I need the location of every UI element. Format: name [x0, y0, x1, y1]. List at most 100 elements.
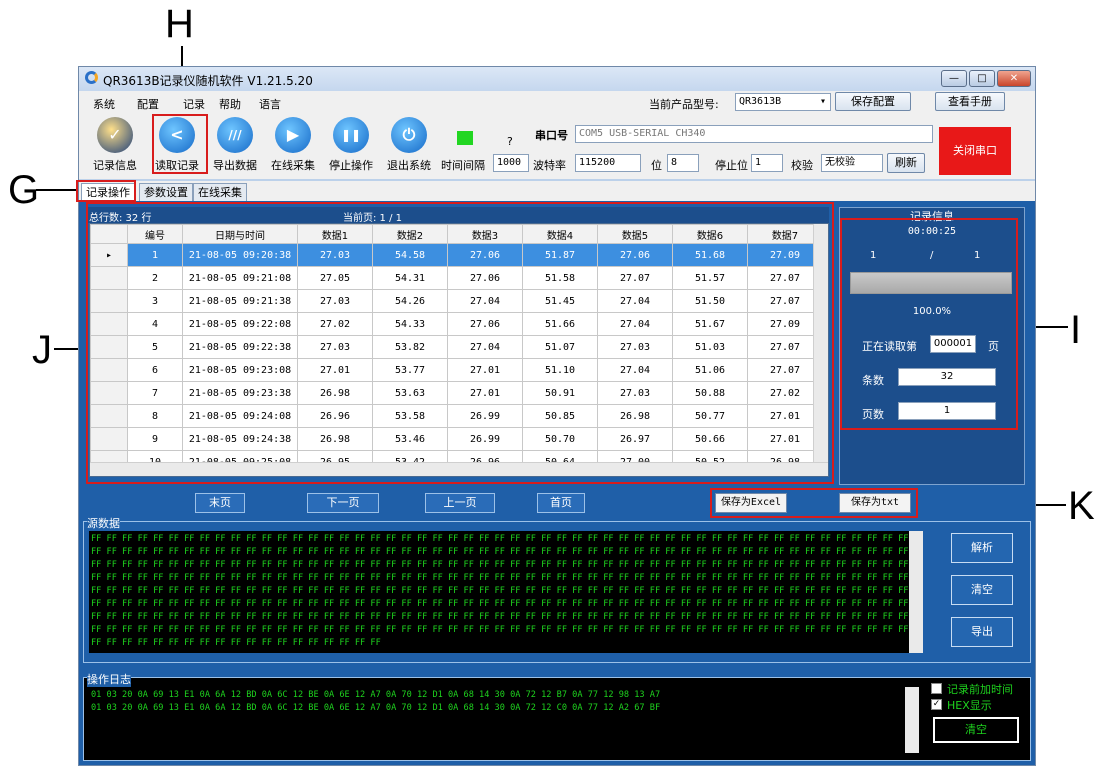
- menu-bar: 系统 配置 记录 帮助 语言 当前产品型号: QR3613B ▾ 保存配置 查看手…: [79, 91, 1035, 113]
- table-row[interactable]: 2 21-08-05 09:21:08 27.05 54.31 27.06 51.58 27…: [90, 266, 823, 290]
- close-port-button[interactable]: 关闭串口: [939, 127, 1011, 175]
- next-page-button[interactable]: 下一页: [307, 493, 379, 513]
- menu-help[interactable]: 帮助: [219, 96, 241, 112]
- record-info-tool[interactable]: ✓ 记录信息: [87, 117, 143, 175]
- tab-online-collect[interactable]: 在线采集: [193, 183, 247, 201]
- records-grid[interactable]: 编号 日期与时间 数据1 数据2 数据3 数据4 数据5 数据6 数据7 ▸ 1 2…: [89, 223, 829, 477]
- save-excel-button[interactable]: 保存为Excel: [715, 493, 787, 513]
- table-row[interactable]: 7 21-08-05 09:23:38 26.98 53.63 27.01 50.91 27…: [90, 381, 823, 405]
- row-header[interactable]: [90, 404, 128, 428]
- grid-horizontal-scrollbar[interactable]: [90, 462, 828, 476]
- log-scrollbar[interactable]: [905, 687, 919, 753]
- pause-icon: ❚❚: [333, 117, 369, 153]
- column-header[interactable]: 数据5: [597, 224, 673, 244]
- menu-system[interactable]: 系统: [93, 96, 115, 112]
- export-data-tool[interactable]: /// 导出数据: [207, 117, 263, 175]
- grid-vertical-scrollbar[interactable]: [813, 224, 828, 476]
- bits-select[interactable]: 8: [667, 154, 699, 172]
- exit-system-tool[interactable]: ⏻ 退出系统: [381, 117, 437, 175]
- timestamp-label: 记录前加时间: [947, 683, 1013, 696]
- table-row[interactable]: 9 21-08-05 09:24:38 26.98 53.46 26.99 50.70 26…: [90, 427, 823, 451]
- help-question[interactable]: ?: [507, 135, 513, 148]
- maximize-button[interactable]: □: [969, 70, 995, 87]
- read-record-tool[interactable]: < 读取记录: [149, 117, 205, 175]
- row-header[interactable]: [90, 312, 128, 336]
- column-header[interactable]: 日期与时间: [182, 224, 298, 244]
- annotation-i: I: [1070, 308, 1082, 352]
- table-row[interactable]: 4 21-08-05 09:22:08 27.02 54.33 27.06 51.66 27…: [90, 312, 823, 336]
- stop-operation-tool[interactable]: ❚❚ 停止操作: [323, 117, 379, 175]
- column-header[interactable]: 数据6: [672, 224, 748, 244]
- source-data-text[interactable]: FF FF FF FF FF FF FF FF FF FF FF FF FF F…: [89, 531, 915, 653]
- menu-record[interactable]: 记录: [183, 96, 205, 112]
- source-line: FF FF FF FF FF FF FF FF FF FF FF FF FF F…: [91, 638, 381, 648]
- stop-bits-select[interactable]: 1: [751, 154, 783, 172]
- row-header[interactable]: [90, 381, 128, 405]
- table-cell: 21-08-05 09:20:38: [182, 243, 298, 267]
- column-header[interactable]: 编号: [127, 224, 183, 244]
- table-row[interactable]: ▸ 1 21-08-05 09:20:38 27.03 54.58 27.06 51.87 2…: [90, 243, 823, 267]
- table-row[interactable]: 5 21-08-05 09:22:38 27.03 53.82 27.04 51.07 27…: [90, 335, 823, 359]
- app-window: QR3613B记录仪随机软件 V1.21.5.20 — □ ✕ 系统 配置 记录…: [78, 66, 1036, 766]
- refresh-button[interactable]: 刷新: [887, 153, 925, 173]
- annotation-j: J: [32, 328, 52, 372]
- table-cell: 27.04: [597, 358, 673, 382]
- online-collect-tool[interactable]: ▶ 在线采集: [265, 117, 321, 175]
- port-select[interactable]: COM5 USB-SERIAL CH340: [575, 125, 933, 143]
- save-txt-button[interactable]: 保存为txt: [839, 493, 911, 513]
- row-header[interactable]: [90, 289, 128, 313]
- close-window-button[interactable]: ✕: [997, 70, 1031, 87]
- tab-record-operation[interactable]: 记录操作: [81, 183, 135, 201]
- table-row[interactable]: 3 21-08-05 09:21:38 27.03 54.26 27.04 51.45 27…: [90, 289, 823, 313]
- reading-label: 正在读取第: [862, 340, 917, 353]
- tab-parameter-settings[interactable]: 参数设置: [139, 183, 193, 201]
- table-cell: 54.58: [372, 243, 448, 267]
- parity-select[interactable]: 无校验: [821, 154, 883, 172]
- column-header[interactable]: 数据4: [522, 224, 598, 244]
- product-select[interactable]: QR3613B ▾: [735, 93, 831, 111]
- table-cell: 53.58: [372, 404, 448, 428]
- annotation-g-line: [36, 189, 78, 191]
- table-cell: 27.03: [597, 335, 673, 359]
- table-cell: 51.67: [672, 312, 748, 336]
- minimize-button[interactable]: —: [941, 70, 967, 87]
- pages-label: 页数: [862, 408, 884, 421]
- view-manual-button[interactable]: 查看手册: [935, 92, 1005, 111]
- baud-select[interactable]: 115200: [575, 154, 641, 172]
- table-cell: 51.68: [672, 243, 748, 267]
- row-header[interactable]: [90, 358, 128, 382]
- table-cell: 27.04: [597, 289, 673, 313]
- column-header[interactable]: 数据7: [747, 224, 823, 244]
- row-header[interactable]: [90, 427, 128, 451]
- export-source-button[interactable]: 导出: [951, 617, 1013, 647]
- first-page-button[interactable]: 首页: [537, 493, 585, 513]
- table-cell: 26.99: [447, 404, 523, 428]
- source-scrollbar[interactable]: [909, 531, 923, 653]
- row-header[interactable]: [90, 266, 128, 290]
- row-header[interactable]: ▸: [90, 243, 128, 267]
- table-row[interactable]: 8 21-08-05 09:24:08 26.96 53.58 26.99 50.85 26…: [90, 404, 823, 428]
- table-cell: 54.31: [372, 266, 448, 290]
- operation-log-text[interactable]: 01 03 20 0A 69 13 E1 0A 6A 12 BD 0A 6C 1…: [89, 687, 905, 755]
- clear-log-button[interactable]: 清空: [933, 717, 1019, 743]
- table-row[interactable]: 6 21-08-05 09:23:08 27.01 53.77 27.01 51.10 27…: [90, 358, 823, 382]
- chevron-down-icon: ▾: [819, 96, 826, 107]
- app-logo-icon: [85, 71, 98, 84]
- last-page-button[interactable]: 末页: [195, 493, 245, 513]
- interval-input[interactable]: 1000: [493, 154, 529, 172]
- records-table: 编号 日期与时间 数据1 数据2 数据3 数据4 数据5 数据6 数据7 ▸ 1 2…: [90, 224, 823, 474]
- save-config-button[interactable]: 保存配置: [835, 92, 911, 111]
- column-header[interactable]: 数据1: [297, 224, 373, 244]
- prev-page-button[interactable]: 上一页: [425, 493, 495, 513]
- log-line: 01 03 20 0A 69 13 E1 0A 6A 12 BD 0A 6C 1…: [91, 703, 661, 713]
- row-header[interactable]: [90, 335, 128, 359]
- timestamp-checkbox[interactable]: [931, 683, 942, 694]
- menu-config[interactable]: 配置: [137, 96, 159, 112]
- clear-source-button[interactable]: 清空: [951, 575, 1013, 605]
- column-header[interactable]: 数据3: [447, 224, 523, 244]
- column-header[interactable]: 数据2: [372, 224, 448, 244]
- table-cell: 51.87: [522, 243, 598, 267]
- hex-checkbox[interactable]: ✓: [931, 699, 942, 710]
- menu-language[interactable]: 语言: [259, 96, 281, 112]
- parse-button[interactable]: 解析: [951, 533, 1013, 563]
